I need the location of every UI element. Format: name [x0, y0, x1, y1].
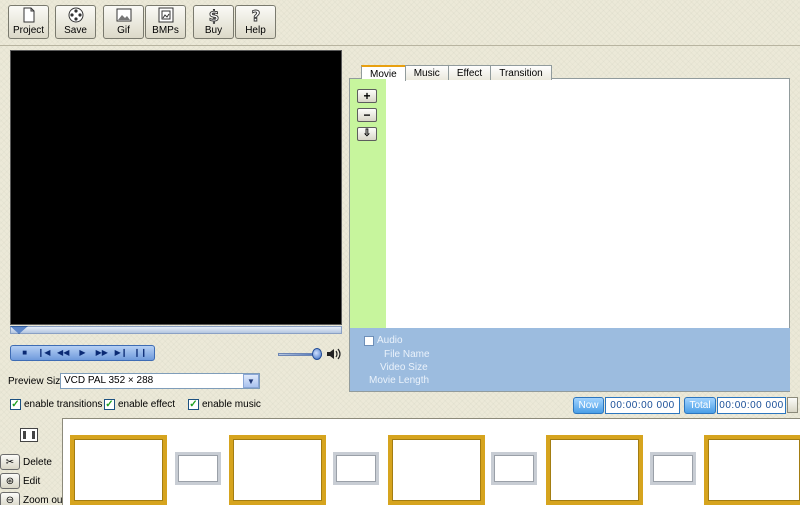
- delete-label: Delete: [23, 456, 52, 468]
- film-reel-icon: ⊛: [0, 473, 20, 489]
- movie-length-label: Movie Length: [369, 375, 430, 386]
- move-down-button[interactable]: ⇩: [357, 127, 377, 141]
- question-icon: ?: [251, 7, 261, 24]
- remove-clip-button[interactable]: −: [357, 108, 377, 122]
- now-label: Now: [578, 400, 599, 411]
- volume-thumb[interactable]: [312, 348, 322, 360]
- enable-effect-checkbox[interactable]: ✓ enable effect: [104, 399, 175, 410]
- buy-button[interactable]: $ Buy: [193, 5, 234, 39]
- buy-label: Buy: [204, 25, 223, 36]
- audio-checkbox[interactable]: [364, 336, 374, 346]
- minus-icon: −: [363, 108, 371, 122]
- video-size-label: Video Size: [380, 362, 428, 373]
- tab-effect-label: Effect: [456, 67, 483, 79]
- fast-forward-icon[interactable]: ▶▶: [95, 348, 109, 359]
- enable-transitions-label: enable transitions: [24, 399, 103, 410]
- check-icon[interactable]: ✓: [10, 399, 21, 410]
- file-name-label: File Name: [384, 349, 430, 360]
- filmstrip-icon[interactable]: [20, 428, 38, 442]
- video-preview: [10, 50, 342, 325]
- enable-music-label: enable music: [202, 399, 261, 410]
- clip-slot[interactable]: [229, 435, 326, 505]
- tab-transition-label: Transition: [499, 67, 543, 79]
- now-button[interactable]: Now: [573, 397, 604, 414]
- seek-bar[interactable]: [10, 326, 342, 334]
- tab-music-label: Music: [413, 67, 440, 79]
- zoom-out-button[interactable]: ⊖ Zoom out: [0, 492, 65, 505]
- clip-slot[interactable]: [546, 435, 643, 505]
- tab-movie-label: Movie: [370, 68, 397, 80]
- clip-slot[interactable]: [388, 435, 485, 505]
- total-time: 00:00:00 000: [717, 397, 786, 414]
- project-label: Project: [12, 25, 45, 36]
- zoom-out-label: Zoom out: [23, 494, 66, 505]
- svg-text:$: $: [208, 7, 218, 24]
- document-icon: [23, 7, 34, 23]
- chevron-down-icon[interactable]: ▼: [243, 374, 259, 388]
- add-clip-button[interactable]: +: [357, 89, 377, 103]
- preview-size-value: VCD PAL 352 × 288: [64, 375, 154, 386]
- svg-text:?: ?: [251, 7, 260, 24]
- image-icon: [116, 8, 131, 22]
- enable-music-checkbox[interactable]: ✓ enable music: [188, 399, 261, 410]
- total-label: Total: [689, 400, 711, 411]
- help-label: Help: [245, 25, 266, 36]
- zoom-out-icon: ⊖: [0, 492, 20, 505]
- now-time: 00:00:00 000: [605, 397, 680, 414]
- bmps-label: BMPs: [152, 25, 179, 36]
- scissors-icon: ✂: [0, 454, 20, 470]
- save-label: Save: [64, 25, 87, 36]
- player-controls: ■ ❙◀ ◀◀ ▶ ▶▶ ▶❙ ❙❙: [10, 345, 155, 361]
- edit-button[interactable]: ⊛ Edit: [0, 473, 40, 489]
- check-icon[interactable]: ✓: [188, 399, 199, 410]
- picture-frame-icon: [158, 7, 173, 23]
- dollar-icon: $: [208, 7, 219, 24]
- toolbar-divider: [0, 45, 800, 46]
- preview-size-select[interactable]: VCD PAL 352 × 288: [60, 373, 260, 389]
- frame-forward-icon[interactable]: ▶❙: [114, 348, 128, 359]
- transition-slot[interactable]: [650, 452, 696, 485]
- film-reel-icon: [68, 7, 83, 23]
- speaker-icon[interactable]: [326, 347, 342, 361]
- gif-button[interactable]: Gif: [103, 5, 144, 39]
- delete-button[interactable]: ✂ Delete: [0, 454, 52, 470]
- save-button[interactable]: Save: [55, 5, 96, 39]
- rewind-icon[interactable]: ◀◀: [56, 348, 70, 359]
- project-button[interactable]: Project: [8, 5, 49, 39]
- play-icon[interactable]: ▶: [75, 348, 89, 359]
- enable-effect-label: enable effect: [118, 399, 176, 410]
- tab-bar: Movie Music Effect Transition: [361, 65, 552, 81]
- stop-icon[interactable]: ■: [18, 348, 32, 359]
- now-time-value: 00:00:00 000: [610, 400, 675, 411]
- bmps-button[interactable]: BMPs: [145, 5, 186, 39]
- audio-label: Audio: [377, 335, 403, 346]
- clip-slot[interactable]: [704, 435, 800, 505]
- plus-icon: +: [363, 89, 371, 103]
- edit-label: Edit: [23, 475, 41, 487]
- help-button[interactable]: ? Help: [235, 5, 276, 39]
- arrow-down-icon: ⇩: [362, 128, 372, 139]
- preview-size-label: Preview Size: [8, 376, 66, 387]
- spin-button[interactable]: [787, 397, 798, 413]
- transition-slot[interactable]: [175, 452, 221, 485]
- total-time-value: 00:00:00 000: [719, 400, 784, 411]
- transition-slot[interactable]: [333, 452, 379, 485]
- frame-back-icon[interactable]: ❙◀: [37, 348, 51, 359]
- tab-effect[interactable]: Effect: [447, 65, 492, 80]
- clip-slot[interactable]: [70, 435, 167, 505]
- tab-transition[interactable]: Transition: [490, 65, 552, 80]
- enable-transitions-checkbox[interactable]: ✓ enable transitions: [10, 399, 102, 410]
- tab-music[interactable]: Music: [404, 65, 449, 80]
- pause-icon[interactable]: ❙❙: [133, 348, 147, 359]
- transition-slot[interactable]: [491, 452, 537, 485]
- check-icon[interactable]: ✓: [104, 399, 115, 410]
- total-button[interactable]: Total: [684, 397, 716, 414]
- gif-label: Gif: [117, 25, 130, 36]
